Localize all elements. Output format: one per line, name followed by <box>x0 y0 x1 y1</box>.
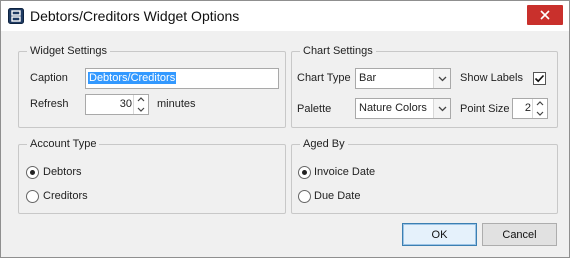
palette-label: Palette <box>297 103 332 115</box>
aged-by-legend: Aged By <box>303 138 345 150</box>
show-labels-label: Show Labels <box>460 72 523 84</box>
radio-invoice-date[interactable] <box>298 166 311 179</box>
show-labels-checkbox[interactable] <box>533 72 546 85</box>
point-size-stepper-buttons <box>532 99 547 118</box>
radio-selected-dot <box>30 170 35 175</box>
caption-input[interactable]: Debtors/Creditors <box>85 68 279 89</box>
close-button[interactable] <box>527 5 563 25</box>
point-size-label: Point Size <box>460 103 510 115</box>
widget-settings-legend: Widget Settings <box>30 45 108 57</box>
radio-debtors-label[interactable]: Debtors <box>43 166 82 178</box>
palette-dropdown-button[interactable] <box>433 99 450 118</box>
chart-type-value: Bar <box>359 72 377 84</box>
refresh-value: 30 <box>119 98 132 110</box>
dialog-window: Debtors/Creditors Widget Options Widget … <box>0 0 570 258</box>
radio-creditors-label[interactable]: Creditors <box>43 190 88 202</box>
refresh-stepper-buttons <box>133 95 148 114</box>
chevron-down-icon <box>438 106 447 112</box>
palette-value: Nature Colors <box>359 102 427 114</box>
caption-value: Debtors/Creditors <box>88 72 177 84</box>
chart-type-label: Chart Type <box>297 72 351 84</box>
radio-debtors[interactable] <box>26 166 39 179</box>
window-title: Debtors/Creditors Widget Options <box>30 8 240 24</box>
radio-due-date-label[interactable]: Due Date <box>314 190 360 202</box>
radio-selected-dot <box>302 170 307 175</box>
caption-label: Caption <box>30 72 68 84</box>
chart-type-dropdown-button[interactable] <box>433 69 450 88</box>
cancel-button[interactable]: Cancel <box>482 223 557 246</box>
ok-button[interactable]: OK <box>402 223 477 246</box>
chevron-up-icon[interactable] <box>533 99 547 108</box>
radio-creditors[interactable] <box>26 190 39 203</box>
app-icon <box>8 8 24 24</box>
point-size-value: 2 <box>524 102 531 114</box>
radio-due-date[interactable] <box>298 190 311 203</box>
chart-type-select[interactable]: Bar <box>355 68 451 89</box>
refresh-unit-label: minutes <box>157 98 196 110</box>
chevron-down-icon[interactable] <box>134 105 148 114</box>
close-icon <box>540 10 550 20</box>
chevron-down-icon <box>438 76 447 82</box>
chevron-down-icon[interactable] <box>533 109 547 118</box>
chart-settings-legend: Chart Settings <box>303 45 373 57</box>
point-size-stepper[interactable]: 2 <box>512 98 548 119</box>
checkmark-icon <box>534 74 545 83</box>
chevron-up-icon[interactable] <box>134 95 148 104</box>
title-bar[interactable]: Debtors/Creditors Widget Options <box>1 1 569 31</box>
refresh-label: Refresh <box>30 98 69 110</box>
account-type-legend: Account Type <box>30 138 97 150</box>
radio-invoice-date-label[interactable]: Invoice Date <box>314 166 375 178</box>
refresh-stepper[interactable]: 30 <box>85 94 149 115</box>
palette-select[interactable]: Nature Colors <box>355 98 451 119</box>
